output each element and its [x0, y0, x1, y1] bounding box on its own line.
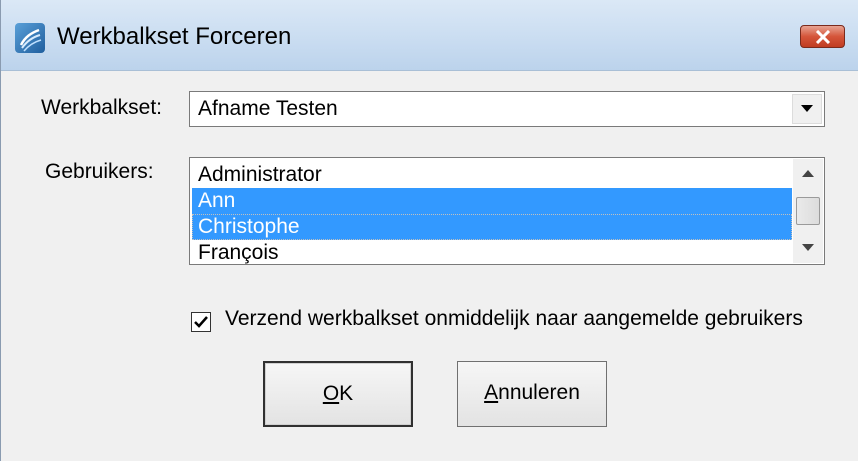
- users-scrollbar[interactable]: [793, 159, 823, 263]
- users-listbox[interactable]: Administrator Ann Christophe François: [189, 157, 825, 265]
- ok-label-rest: K: [339, 382, 354, 405]
- users-label: Gebruikers:: [45, 160, 154, 183]
- title-bar[interactable]: Werkbalkset Forceren: [1, 0, 858, 71]
- close-icon: [815, 30, 831, 44]
- dialog-window: Werkbalkset Forceren Werkbalkset: Afname…: [0, 0, 858, 461]
- chevron-up-icon: [802, 170, 814, 177]
- send-immediately-checkbox[interactable]: [191, 312, 211, 332]
- list-item[interactable]: Administrator: [192, 162, 792, 188]
- checkmark-icon: [194, 316, 208, 328]
- list-item[interactable]: Ann: [192, 188, 792, 214]
- scroll-up-button[interactable]: [793, 159, 823, 189]
- list-item[interactable]: Christophe: [192, 214, 792, 240]
- ok-button[interactable]: OK: [263, 361, 413, 427]
- window-title: Werkbalkset Forceren: [57, 23, 292, 50]
- close-button[interactable]: [800, 25, 845, 48]
- app-icon: [15, 23, 45, 53]
- scroll-down-button[interactable]: [793, 233, 823, 263]
- toolbar-set-dropdown[interactable]: Afname Testen: [189, 91, 825, 127]
- toolbar-set-label: Werkbalkset:: [41, 96, 162, 119]
- list-item[interactable]: François: [192, 240, 792, 264]
- toolbar-set-value: Afname Testen: [198, 97, 338, 120]
- chevron-down-icon: [802, 244, 814, 251]
- cancel-button[interactable]: Annuleren: [457, 361, 607, 427]
- chevron-down-icon: [801, 105, 813, 112]
- dropdown-arrow-button[interactable]: [792, 94, 822, 124]
- cancel-label-rest: nnuleren: [498, 381, 580, 404]
- cancel-accelerator: A: [484, 381, 499, 404]
- send-immediately-label[interactable]: Verzend werkbalkset onmiddelijk naar aan…: [225, 307, 803, 331]
- ok-accelerator: O: [322, 382, 340, 405]
- scroll-thumb[interactable]: [796, 197, 820, 225]
